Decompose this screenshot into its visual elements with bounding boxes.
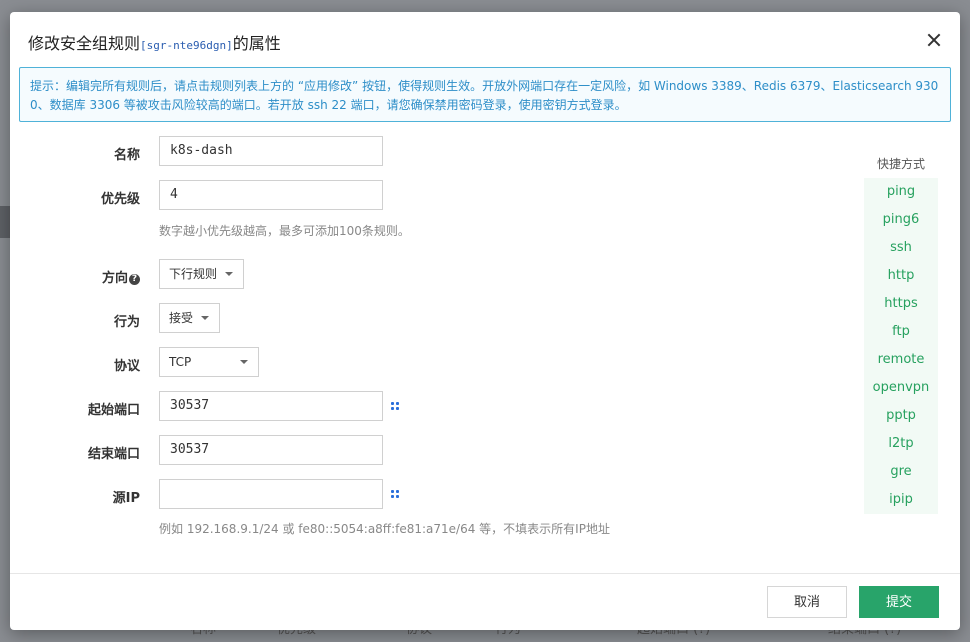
- source-ip-hint: 例如 192.168.9.1/24 或 fe80::5054:a8ff:fe81…: [159, 522, 610, 536]
- dialog-footer: 取消 提交: [10, 573, 960, 630]
- source-ip-input[interactable]: [159, 479, 383, 509]
- quick-item-ping6[interactable]: ping6: [864, 206, 938, 234]
- quick-title: 快捷方式: [876, 157, 925, 171]
- direction-label: 方向?: [10, 267, 140, 286]
- quick-item-ftp[interactable]: ftp: [864, 318, 938, 346]
- action-value: 接受: [169, 311, 194, 325]
- help-icon[interactable]: ?: [129, 274, 140, 285]
- dialog-title: 修改安全组规则[sgr-nte96dgn]的属性: [28, 30, 281, 54]
- chevron-down-icon: [225, 272, 234, 276]
- quick-item-gre[interactable]: gre: [864, 458, 938, 486]
- start-port-label: 起始端口: [87, 403, 140, 418]
- cancel-button[interactable]: 取消: [767, 586, 847, 618]
- protocol-label: 协议: [113, 359, 140, 374]
- quick-item-openvpn[interactable]: openvpn: [864, 374, 938, 402]
- direction-select[interactable]: 下行规则: [159, 259, 245, 289]
- submit-button[interactable]: 提交: [859, 586, 939, 618]
- quick-item-remote[interactable]: remote: [864, 346, 938, 374]
- name-label: 名称: [113, 148, 140, 163]
- action-label: 行为: [113, 315, 140, 330]
- direction-value: 下行规则: [169, 267, 218, 281]
- quick-item-https[interactable]: https: [864, 290, 938, 318]
- quick-item-ping[interactable]: ping: [864, 178, 938, 206]
- dialog-title-suffix: 的属性: [232, 34, 281, 53]
- end-port-input[interactable]: 30537: [159, 435, 383, 465]
- direction-label-text: 方向: [101, 271, 128, 286]
- priority-input[interactable]: 4: [159, 180, 383, 210]
- start-port-input[interactable]: 30537: [159, 391, 383, 421]
- protocol-value: TCP: [169, 355, 192, 369]
- close-icon[interactable]: [926, 32, 942, 48]
- priority-label: 优先级: [100, 192, 140, 207]
- grid-icon[interactable]: [391, 490, 399, 498]
- source-ip-label: 源IP: [112, 491, 140, 506]
- name-input[interactable]: k8s-dash: [159, 136, 383, 166]
- action-select[interactable]: 接受: [159, 303, 221, 333]
- quick-shortcuts: 快捷方式 ping ping6 ssh http https ftp remot…: [864, 152, 938, 514]
- quick-item-http[interactable]: http: [864, 262, 938, 290]
- quick-item-ssh[interactable]: ssh: [864, 234, 938, 262]
- rule-id-code: [sgr-nte96dgn]: [140, 39, 233, 52]
- background-sidebar: [0, 206, 10, 238]
- quick-item-pptp[interactable]: pptp: [864, 402, 938, 430]
- edit-rule-dialog: 修改安全组规则[sgr-nte96dgn]的属性 提示：编辑完所有规则后，请点击…: [10, 12, 960, 630]
- tip-banner: 提示：编辑完所有规则后，请点击规则列表上方的 “应用修改” 按钮，使得规则生效。…: [19, 67, 951, 122]
- grid-icon[interactable]: [391, 402, 399, 410]
- dialog-title-prefix: 修改安全组规则: [28, 34, 141, 53]
- protocol-select[interactable]: TCP: [159, 347, 259, 377]
- chevron-down-icon: [201, 316, 210, 320]
- dialog-header: 修改安全组规则[sgr-nte96dgn]的属性: [10, 12, 960, 68]
- priority-hint: 数字越小优先级越高，最多可添加100条规则。: [159, 224, 410, 238]
- quick-item-l2tp[interactable]: l2tp: [864, 430, 938, 458]
- chevron-down-icon: [240, 360, 248, 364]
- end-port-label: 结束端口: [87, 447, 140, 462]
- quick-item-ipip[interactable]: ipip: [864, 486, 938, 514]
